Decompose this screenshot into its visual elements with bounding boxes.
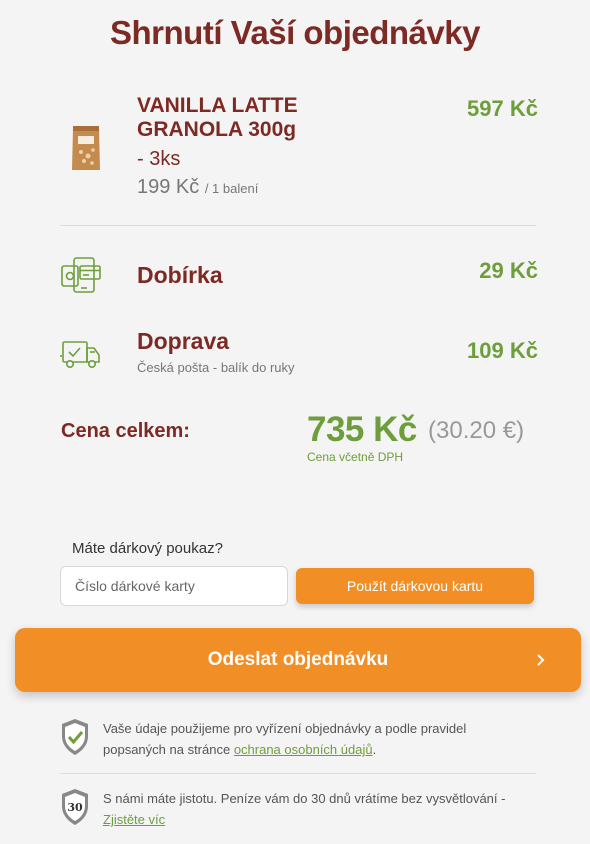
product-name: VANILLA LATTE GRANOLA 300g — [137, 94, 298, 141]
fee-label: Dobírka — [137, 262, 223, 288]
guarantee-shield-icon: 30 — [62, 789, 88, 825]
delivery-truck-icon — [60, 341, 100, 368]
guarantee-link[interactable]: Zjistěte víc — [103, 812, 165, 827]
fee-row-cod: Dobírka 29 Kč — [60, 256, 538, 306]
voucher-code-input[interactable] — [60, 566, 288, 606]
fee-sub: Česká pošta - balík do ruky — [137, 360, 295, 375]
privacy-text-tail: . — [372, 742, 377, 757]
unit-price-value: 199 Kč — [137, 176, 200, 198]
apply-voucher-button[interactable]: Použít dárkovou kartu — [296, 568, 534, 604]
unit-price-note: / 1 balení — [204, 181, 259, 196]
product-price: 597 Kč — [467, 96, 538, 121]
submit-order-label: Odeslat objednávku — [207, 649, 389, 670]
page-title: Shrnutí Vaší objednávky — [110, 14, 480, 51]
product-unit-price: 199 Kč / 1 balení — [137, 176, 258, 199]
granola-bag-icon — [72, 126, 100, 170]
cash-on-delivery-icon — [61, 257, 101, 293]
total-price-eur: (30.20 €) — [428, 417, 525, 444]
guarantee-text-body: S námi máte jistotu. Peníze vám do 30 dn… — [103, 791, 506, 806]
guarantee-text: S námi máte jistotu. Peníze vám do 30 dn… — [103, 788, 538, 830]
shield-check-icon — [62, 719, 88, 755]
total-price: 735 Kč — [307, 410, 417, 449]
privacy-policy-link[interactable]: ochrana osobních údajů — [234, 742, 373, 757]
total-vat-note: Cena včetně DPH — [307, 450, 404, 464]
fee-price: 29 Kč — [479, 258, 538, 283]
divider — [60, 773, 536, 774]
product-quantity: - 3ks — [137, 148, 181, 170]
order-item: VANILLA LATTE GRANOLA 300g - 3ks 199 Kč … — [60, 94, 538, 204]
submit-order-button[interactable]: Odeslat objednávku — [15, 628, 581, 692]
voucher-question: Máte dárkový poukaz? — [72, 540, 223, 557]
fee-price: 109 Kč — [467, 338, 538, 363]
fee-label: Doprava — [137, 328, 230, 354]
privacy-text: Vaše údaje použijeme pro vyřízení objedn… — [103, 718, 523, 760]
guarantee-badge: 30 — [67, 801, 83, 814]
fee-row-shipping: Doprava Česká pošta - balík do ruky 109 … — [60, 328, 538, 380]
chevron-right-icon — [537, 654, 545, 666]
divider — [60, 225, 536, 226]
total-label: Cena celkem: — [61, 420, 190, 442]
